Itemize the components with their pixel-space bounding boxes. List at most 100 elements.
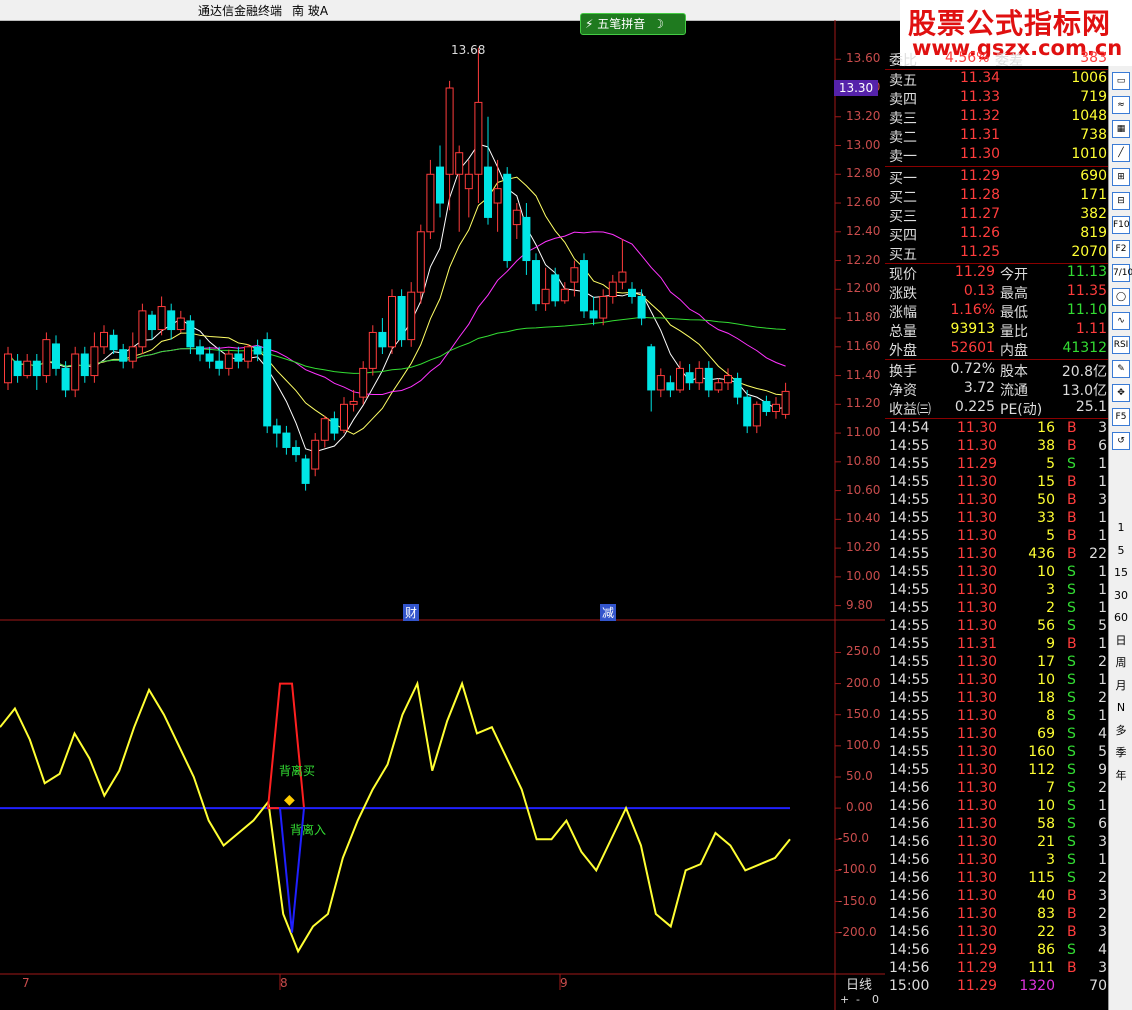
ma-icon[interactable]: ≈ [1112,96,1130,114]
tick-volume: 86 [1037,942,1055,958]
tick-row: 14:56 11.29 111 B 3 [885,960,1108,979]
tick-volume: 17 [1037,654,1055,670]
tick-volume: 3 [1046,852,1055,868]
stat-label: 涨幅 [889,305,917,321]
tick-row: 14:55 11.30 160 S 5 [885,744,1108,763]
tick-price: 11.30 [957,492,998,508]
period-button-11[interactable]: 年 [1111,766,1131,786]
tick-price: 11.30 [957,618,998,634]
candle-body [215,360,224,369]
tick-volume: 10 [1037,672,1055,688]
circle-icon[interactable]: ◯ [1112,288,1130,306]
tick-count: 2 [1098,654,1107,670]
zoom-value: 0 [872,993,879,1006]
tick-side: S [1067,780,1076,796]
osc-tick-label: 100.0 [846,737,881,752]
candle-body [4,353,12,384]
x-label-7: 7 [22,976,30,990]
f10-icon[interactable]: F10 [1112,216,1130,234]
candle-body [263,339,272,427]
price-tick-label: 10.00 [846,568,881,583]
stat-label: 最高 [1000,286,1028,302]
period-button-3[interactable]: 30 [1111,586,1131,606]
tick-volume: 56 [1037,618,1055,634]
tick-volume: 50 [1037,492,1055,508]
candle-body [282,432,291,448]
x-label-9: 9 [560,976,568,990]
tick-row: 14:55 11.30 10 S 1 [885,564,1108,583]
rsi-chart-icon[interactable]: ∿ [1112,312,1130,330]
period-button-8[interactable]: N [1111,698,1131,718]
quote-panel: 委比 4.56% 委差 383 卖五 11.34 1006 卖四 11.33 719 卖三 11.32… [885,48,1108,1008]
right-toolbar: ▭ ≈ ▦ ╱ ⊞ ⊟ F10 F2 7/10 ◯ ∿ RSI ✎ ✥ F5 ↺ 1 5 15 30 60 日周月 N 多季年 [1108,66,1132,1010]
candle-body [599,295,608,319]
x-label-8: 8 [280,976,288,990]
pencil-icon[interactable]: ✎ [1112,360,1130,378]
tick-count: 1 [1098,582,1107,598]
reduce-marker[interactable]: 减 [600,604,617,621]
tick-row: 14:56 11.30 83 B 2 [885,906,1108,925]
tick-count: 1 [1098,798,1107,814]
tick-time: 14:56 [889,852,930,868]
period-button-2[interactable]: 15 [1111,563,1131,583]
level-price: 11.26 [960,225,1001,241]
level-price: 11.28 [960,187,1001,203]
tick-side: B [1067,474,1077,490]
period-button-10[interactable]: 季 [1111,743,1131,763]
level-label: 买四 [889,228,917,244]
chart-area[interactable] [0,20,885,1010]
period-label[interactable]: 日线 [846,974,872,993]
period-button-6[interactable]: 周 [1111,653,1131,673]
tick-volume: 22 [1037,924,1055,940]
candle-icon[interactable]: ⊞ [1112,168,1130,186]
candle-body [714,382,723,391]
candle2-icon[interactable]: ⊟ [1112,192,1130,210]
tick-price: 11.30 [957,582,998,598]
candle-body [656,375,665,391]
weibi-label: 委比 [889,53,917,69]
candle-body [224,353,233,369]
buy-row: 买四 11.26 819 [885,225,1108,244]
f5-icon[interactable]: F5 [1112,408,1130,426]
finance-marker[interactable]: 财 [403,604,420,621]
bar-icon[interactable]: ▦ [1112,120,1130,138]
zoom-in-button[interactable]: + [840,993,849,1006]
candle-body [234,353,243,362]
refresh-icon[interactable]: ↺ [1112,432,1130,450]
stat-value: 0.225 [954,399,995,415]
tick-count: 1 [1098,456,1107,472]
candle-body [186,320,195,348]
stat-label: 现价 [889,267,917,283]
f7-icon[interactable]: 7/10 [1112,264,1132,282]
period-button-1[interactable]: 5 [1111,541,1131,561]
move-icon[interactable]: ✥ [1112,384,1130,402]
period-button-5[interactable]: 日 [1111,631,1131,651]
candle-body [157,306,166,331]
zoom-out-button[interactable]: - [856,993,860,1006]
vol-icon[interactable]: ▭ [1112,72,1130,90]
f2-icon[interactable]: F2 [1112,240,1130,258]
tick-side: S [1067,798,1076,814]
period-button-9[interactable]: 多 [1111,721,1131,741]
line-icon[interactable]: ╱ [1112,144,1130,162]
divergence-buy-label: 背离买 [279,764,316,778]
current-price-marker: 13.30 [834,80,878,96]
tick-row: 14:56 11.30 7 S 2 [885,780,1108,799]
candle-body [580,260,588,312]
tick-volume: 58 [1037,816,1055,832]
period-button-0[interactable]: 1 [1111,518,1131,538]
osc-tick-label: 150.0 [846,706,881,721]
stat-value: 25.1 [1075,399,1107,415]
level-price: 11.33 [960,89,1001,105]
period-button-4[interactable]: 60 [1111,608,1131,628]
tick-volume: 18 [1037,690,1055,706]
candle-body [570,267,579,283]
stat-label: 内盘 [1000,343,1028,359]
period-button-7[interactable]: 月 [1111,676,1131,696]
tick-side: B [1067,924,1077,940]
rsi-icon[interactable]: RSI [1112,336,1130,354]
tick-row: 14:55 11.30 38 B 6 [885,438,1108,457]
tick-row: 15:00 11.29 1320 70 [885,978,1108,997]
tick-row: 14:55 11.30 10 S 1 [885,672,1108,691]
tick-volume: 5 [1046,456,1055,472]
